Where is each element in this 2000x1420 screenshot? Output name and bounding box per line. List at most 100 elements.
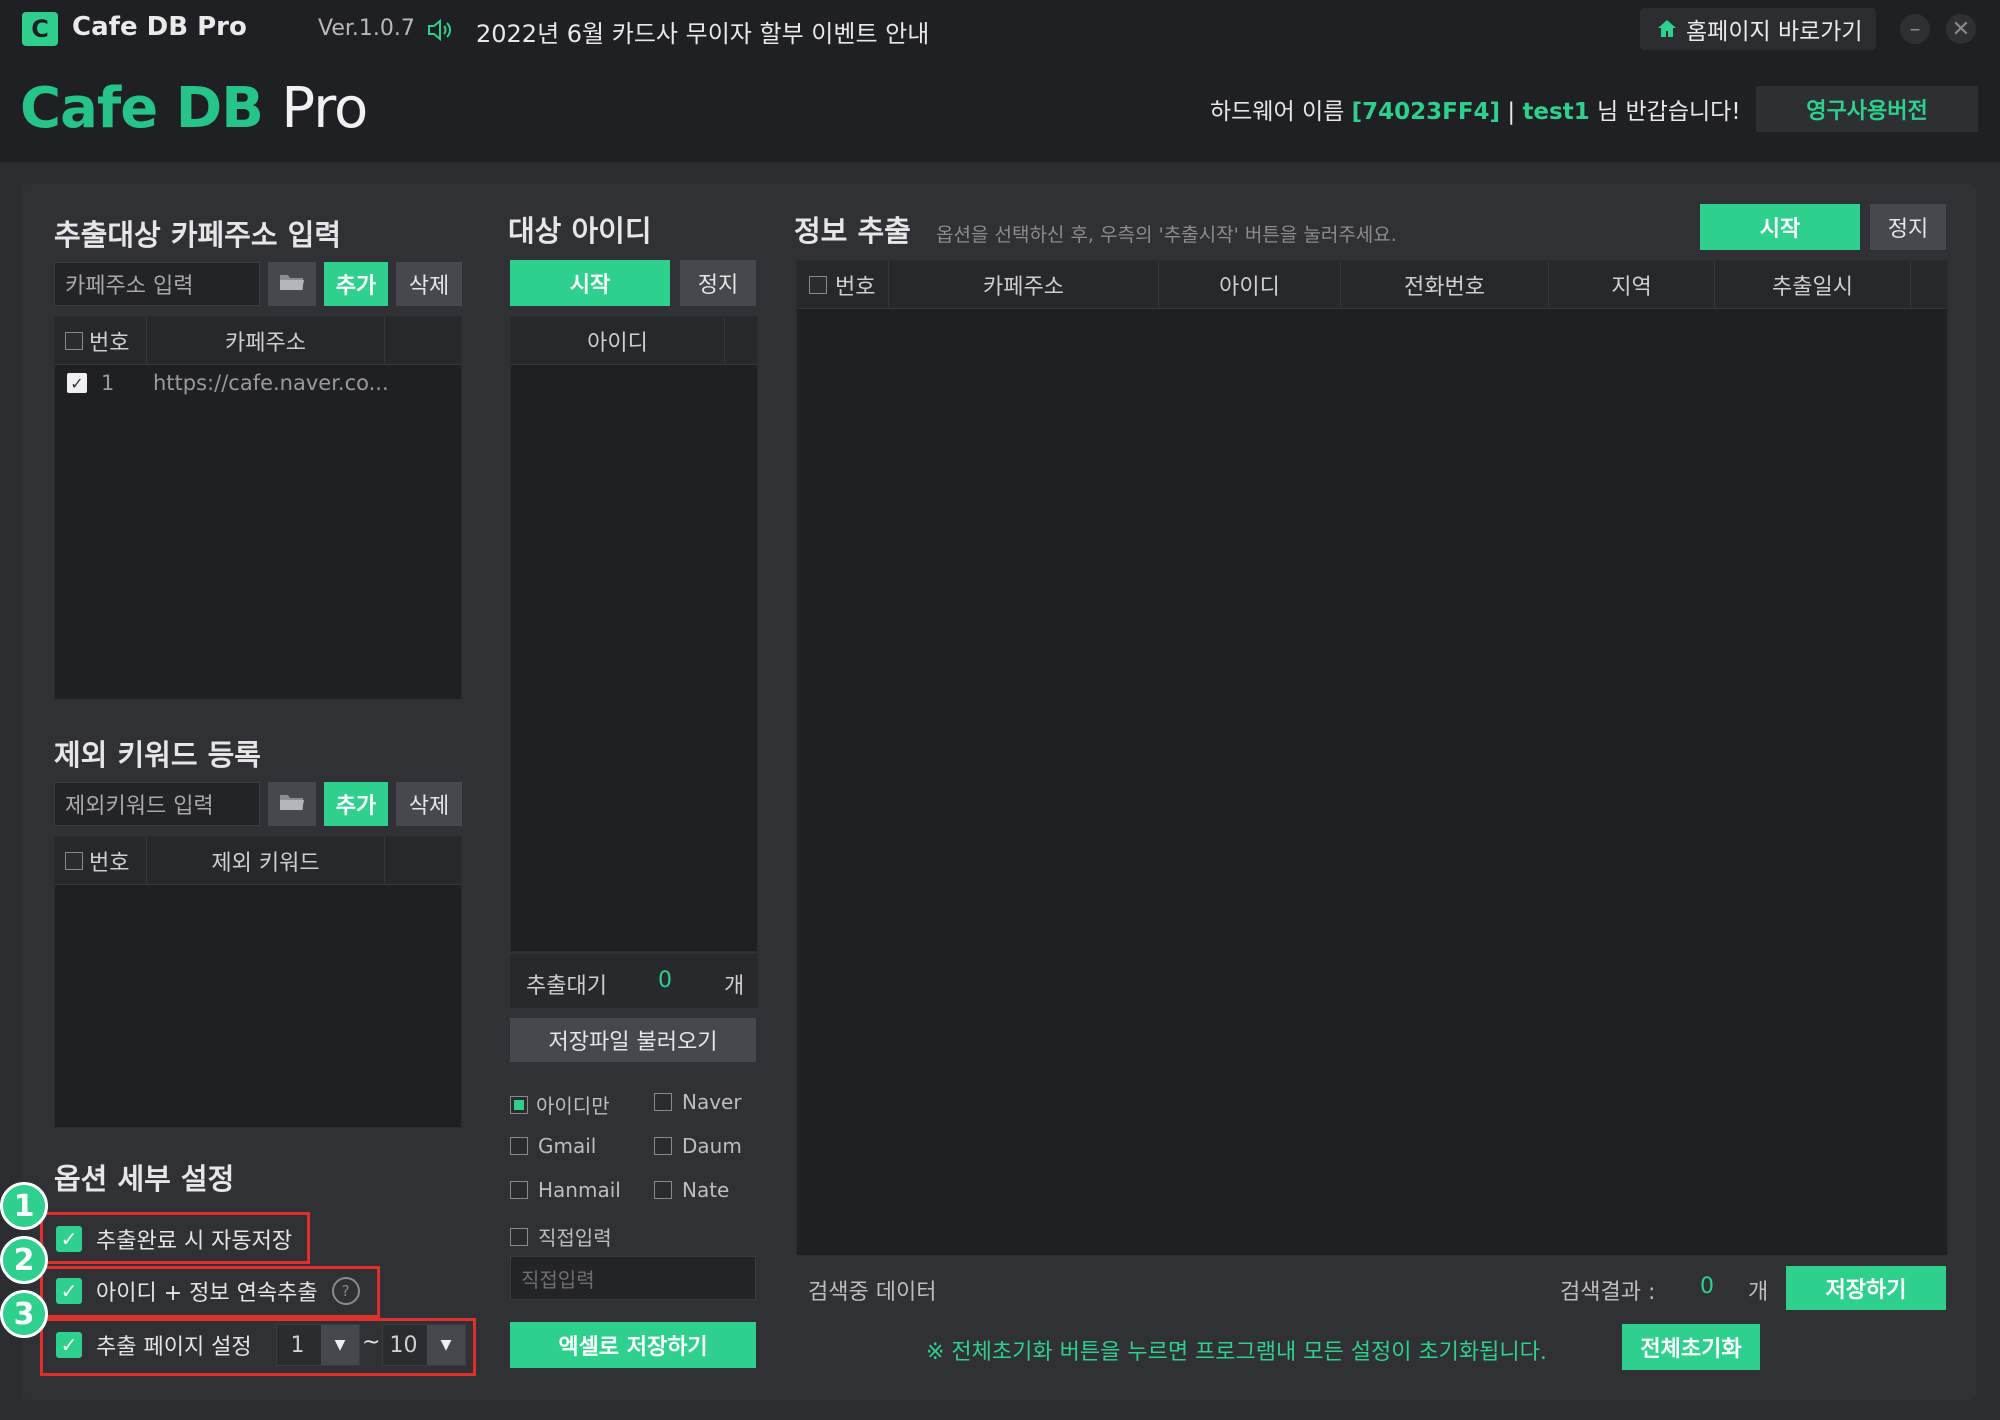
hanmail-option[interactable]: Hanmail (510, 1178, 621, 1202)
logo-pro: Pro (281, 76, 368, 141)
col-number-label: 번호 (835, 274, 876, 300)
options-section-title: 옵션 세부 설정 (54, 1162, 235, 1196)
naver-label: Naver (682, 1090, 742, 1114)
event-notice-link[interactable]: 2022년 6월 카드사 무이자 할부 이벤트 안내 (476, 14, 929, 49)
title-bar: C Cafe DB Pro Ver.1.0.7 2022년 6월 카드사 무이자… (0, 0, 2000, 60)
info-section-title: 정보 추출 (794, 214, 911, 248)
app-icon: C (22, 12, 58, 46)
page-from-select[interactable]: 1 ▼ (276, 1324, 360, 1366)
close-button[interactable]: ✕ (1946, 14, 1976, 44)
col-id: 아이디 (1159, 261, 1341, 308)
load-file-button[interactable]: 저장파일 불러오기 (510, 1018, 756, 1062)
save-button[interactable]: 저장하기 (1786, 1266, 1946, 1310)
daum-checkbox[interactable] (654, 1137, 672, 1155)
col-keyword: 제외 키워드 (147, 837, 385, 884)
minimize-button[interactable]: – (1900, 14, 1930, 44)
keyword-input[interactable]: 제외키워드 입력 (54, 782, 260, 826)
row-url: https://cafe.naver.co... (153, 371, 389, 395)
help-icon[interactable]: ? (331, 1277, 360, 1305)
license-button[interactable]: 영구사용버전 (1756, 86, 1978, 132)
continuous-extract-checkbox[interactable]: ✓ (56, 1278, 82, 1304)
auto-save-label: 추출완료 시 자동저장 (96, 1229, 293, 1254)
info-stop-button[interactable]: 정지 (1870, 204, 1946, 250)
select-all-checkbox[interactable] (65, 851, 83, 870)
daum-option[interactable]: Daum (654, 1134, 742, 1158)
col-number: 번호 (797, 261, 889, 308)
id-only-label: 아이디만 (536, 1094, 610, 1118)
cafe-delete-button[interactable]: 삭제 (396, 262, 462, 306)
table-row[interactable]: ✓ 1 https://cafe.naver.co... (55, 365, 461, 401)
marker-1: 1 (0, 1182, 48, 1230)
page-setting-checkbox[interactable]: ✓ (56, 1332, 82, 1358)
cafe-open-file-button[interactable] (268, 262, 316, 306)
select-all-checkbox[interactable] (65, 331, 83, 350)
id-only-radio[interactable] (510, 1095, 528, 1114)
page-setting-label: 추출 페이지 설정 (96, 1335, 252, 1360)
id-only-option[interactable]: 아이디만 (510, 1090, 610, 1119)
info-section-hint: 옵션을 선택하신 후, 우측의 '추출시작' 버튼을 눌러주세요. (936, 224, 1397, 246)
auto-save-option[interactable]: ✓ 추출완료 시 자동저장 (56, 1224, 292, 1254)
result-count: 0 (1700, 1274, 1714, 1299)
direct-input-field[interactable]: 직접입력 (510, 1256, 756, 1300)
cafe-address-input[interactable]: 카페주소 입력 (54, 262, 260, 306)
info-start-button[interactable]: 시작 (1700, 204, 1860, 250)
cafe-add-button[interactable]: 추가 (324, 262, 388, 306)
direct-input-label: 직접입력 (538, 1226, 612, 1250)
homepage-button[interactable]: 홈페이지 바로가기 (1640, 8, 1876, 50)
select-all-checkbox[interactable] (809, 275, 827, 294)
col-number-label: 번호 (89, 330, 130, 356)
target-section-title: 대상 아이디 (508, 214, 652, 248)
page-range-tilde: ~ (362, 1330, 381, 1355)
page-from-value: 1 (290, 1332, 305, 1358)
col-id: 아이디 (511, 317, 725, 364)
naver-checkbox[interactable] (654, 1093, 672, 1111)
gmail-option[interactable]: Gmail (510, 1134, 596, 1158)
page-to-select[interactable]: 10 ▼ (382, 1324, 466, 1366)
result-label: 검색결과 : (1560, 1280, 1656, 1305)
naver-option[interactable]: Naver (654, 1090, 742, 1114)
keyword-open-file-button[interactable] (268, 782, 316, 826)
cafe-list: 번호 카페주소 ✓ 1 https://cafe.naver.co... (54, 316, 462, 700)
chevron-down-icon: ▼ (427, 1325, 465, 1365)
gmail-checkbox[interactable] (510, 1137, 528, 1155)
target-id-list-header: 아이디 (511, 317, 757, 365)
hanmail-label: Hanmail (538, 1178, 621, 1202)
row-checkbox[interactable]: ✓ (67, 373, 87, 393)
keyword-delete-button[interactable]: 삭제 (396, 782, 462, 826)
marker-2: 2 (0, 1236, 48, 1284)
gmail-label: Gmail (538, 1134, 597, 1158)
direct-input-option[interactable]: 직접입력 (510, 1222, 612, 1251)
reset-warning: ※ 전체초기화 버튼을 누르면 프로그램내 모든 설정이 초기화됩니다. (926, 1340, 1547, 1365)
cafe-list-header: 번호 카페주소 (55, 317, 461, 365)
hanmail-checkbox[interactable] (510, 1181, 528, 1199)
header: Cafe DB Pro 하드웨어 이름 [74023FF4] | test1 님… (0, 60, 2000, 162)
greeting: 님 반갑습니다! (1597, 99, 1741, 125)
waiting-count: 0 (658, 968, 672, 993)
col-cafe-url: 카페주소 (147, 317, 385, 364)
col-number-label: 번호 (89, 850, 130, 876)
nate-option[interactable]: Nate (654, 1178, 729, 1202)
auto-save-checkbox[interactable]: ✓ (56, 1226, 82, 1252)
nate-checkbox[interactable] (654, 1181, 672, 1199)
page-to-value: 10 (389, 1332, 418, 1358)
searching-data-label: 검색중 데이터 (808, 1280, 937, 1305)
col-phone: 전화번호 (1341, 261, 1549, 308)
info-result-table: 번호 카페주소 아이디 전화번호 지역 추출일시 (796, 260, 1948, 1256)
home-icon (1656, 18, 1678, 40)
page-setting-option[interactable]: ✓ 추출 페이지 설정 (56, 1330, 252, 1360)
target-id-list: 아이디 (510, 316, 758, 952)
target-stop-button[interactable]: 정지 (680, 260, 756, 306)
reset-all-button[interactable]: 전체초기화 (1622, 1324, 1760, 1370)
user-name: test1 (1522, 99, 1590, 125)
direct-input-checkbox[interactable] (510, 1227, 528, 1246)
excel-save-button[interactable]: 엑셀로 저장하기 (510, 1322, 756, 1368)
col-cafe-url: 카페주소 (889, 261, 1159, 308)
continuous-extract-option[interactable]: ✓ 아이디 + 정보 연속추출 ? (56, 1276, 360, 1306)
target-start-button[interactable]: 시작 (510, 260, 670, 306)
nate-label: Nate (682, 1178, 730, 1202)
keyword-add-button[interactable]: 추가 (324, 782, 388, 826)
daum-label: Daum (682, 1134, 742, 1158)
info-table-header: 번호 카페주소 아이디 전화번호 지역 추출일시 (797, 261, 1947, 309)
waiting-unit: 개 (724, 974, 745, 999)
continuous-extract-label: 아이디 + 정보 연속추출 (96, 1281, 318, 1306)
